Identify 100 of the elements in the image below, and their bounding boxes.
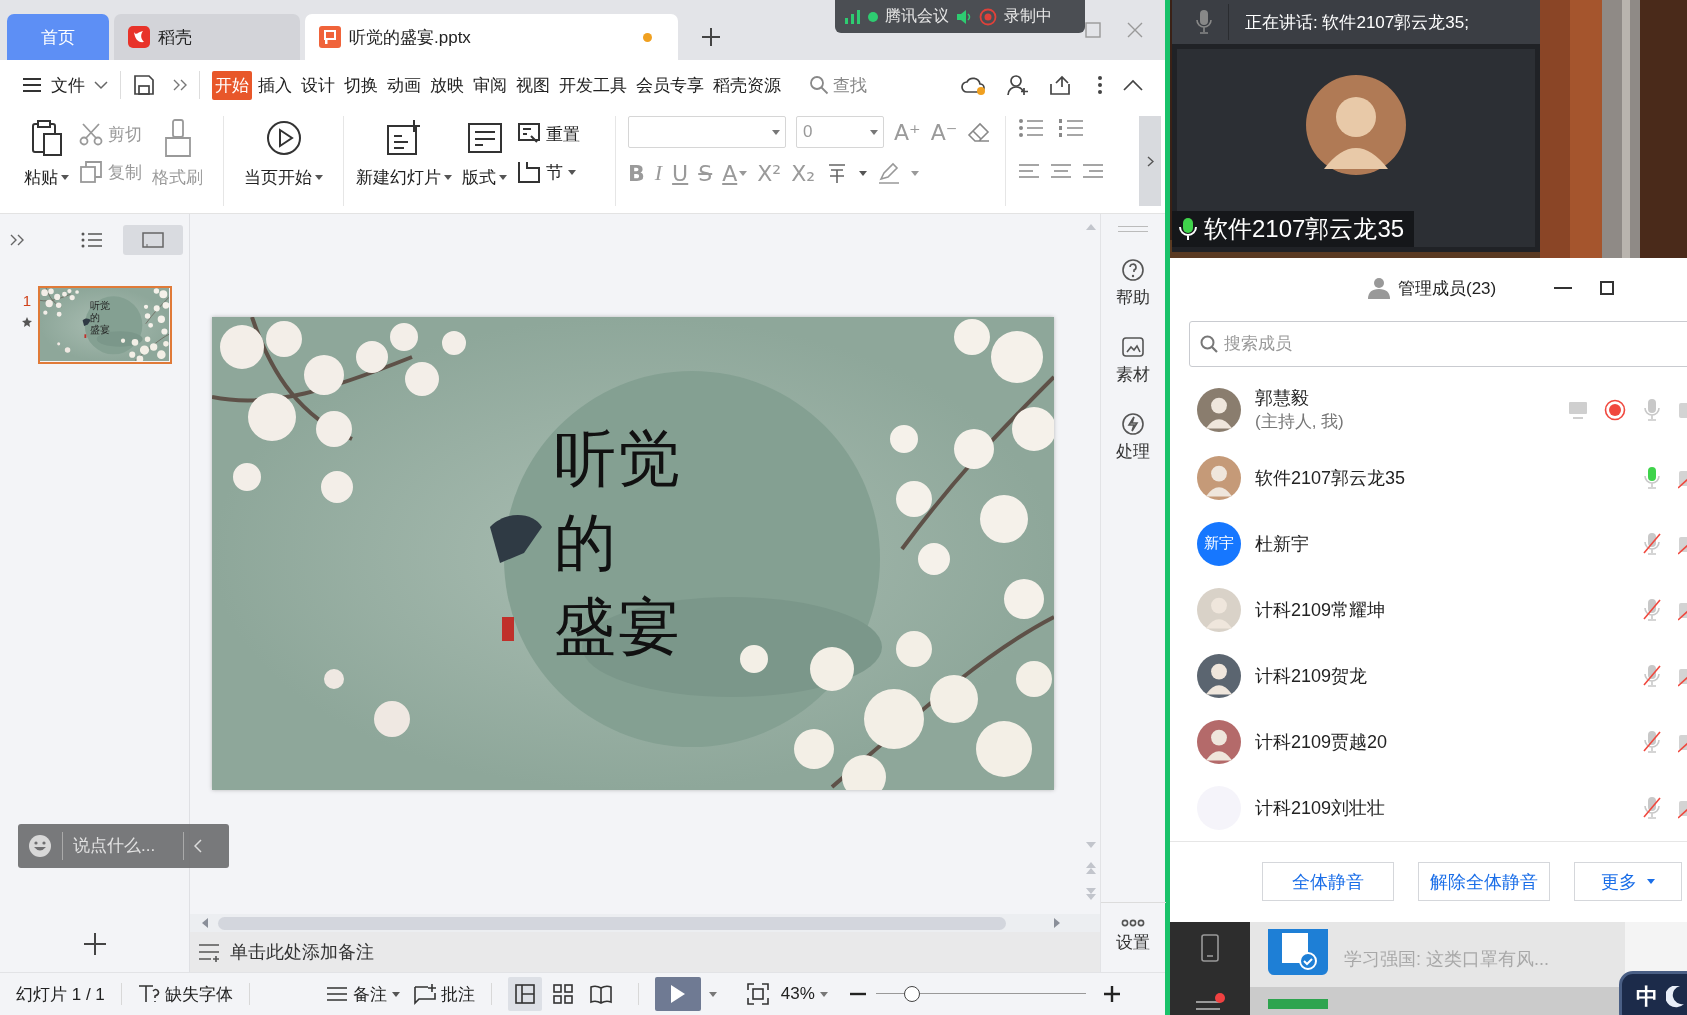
member-row[interactable]: 计科2109贺龙 bbox=[1170, 642, 1687, 709]
ribbon-tab[interactable]: 开始 bbox=[212, 70, 252, 100]
save-icon[interactable] bbox=[133, 74, 155, 96]
muted-mic-icon[interactable] bbox=[1642, 597, 1662, 622]
ribbon-tab[interactable]: 切换 bbox=[341, 70, 381, 100]
chevron-down-icon bbox=[94, 80, 108, 90]
slide-counter: 幻灯片 1 / 1 bbox=[16, 983, 105, 1006]
notes-button[interactable]: 备注 bbox=[325, 982, 400, 1006]
member-row[interactable]: 计科2109刘壮壮 bbox=[1170, 774, 1687, 841]
add-user-icon[interactable] bbox=[1007, 74, 1029, 96]
minimize-icon[interactable] bbox=[1554, 287, 1573, 290]
share-icon[interactable] bbox=[1049, 75, 1071, 95]
search-button[interactable]: 查找 bbox=[809, 73, 867, 97]
side-tool-button[interactable]: 素材 bbox=[1116, 335, 1150, 386]
process-icon bbox=[1121, 412, 1145, 436]
ribbon-tab[interactable]: 审阅 bbox=[470, 70, 510, 100]
ribbon-tab[interactable]: 设计 bbox=[298, 70, 338, 100]
muted-mic-icon[interactable] bbox=[1642, 729, 1662, 754]
phone-icon[interactable] bbox=[1201, 934, 1219, 962]
add-slide-icon[interactable] bbox=[82, 932, 107, 956]
zoom-menu[interactable]: 43% bbox=[780, 984, 828, 1004]
fit-window-icon[interactable] bbox=[746, 983, 769, 1005]
muted-mic-icon[interactable] bbox=[1642, 531, 1662, 556]
member-row[interactable]: 软件2107郭云龙35 bbox=[1170, 444, 1687, 511]
eraser-icon[interactable] bbox=[967, 121, 992, 143]
side-tool-button[interactable]: 处理 bbox=[1116, 412, 1150, 463]
ribbon-tab[interactable]: 放映 bbox=[427, 70, 467, 100]
reset-button[interactable]: 重置 bbox=[517, 122, 580, 146]
member-row[interactable]: 计科2109贾越20 bbox=[1170, 708, 1687, 775]
side-tool-button[interactable]: 帮助 bbox=[1116, 258, 1150, 309]
add-tab-icon[interactable] bbox=[701, 27, 721, 47]
slide-view-icon bbox=[142, 232, 164, 248]
scrollbar-thumb[interactable] bbox=[218, 916, 1006, 930]
member-row[interactable]: 计科2109常耀坤 bbox=[1170, 576, 1687, 643]
ribbon-tab[interactable]: 动画 bbox=[384, 70, 424, 100]
action-button[interactable]: 解除全体静音 bbox=[1418, 862, 1550, 902]
expand-panel-icon[interactable] bbox=[10, 234, 24, 246]
action-button[interactable]: 更多 bbox=[1574, 862, 1682, 902]
outline-view-icon bbox=[81, 231, 103, 249]
play-from-current-button[interactable]: 当页开始 bbox=[244, 116, 323, 189]
paste-button[interactable]: 粘贴 bbox=[24, 116, 69, 189]
more-icon[interactable] bbox=[1097, 75, 1103, 95]
tab[interactable]: 听觉的盛宴.pptx bbox=[305, 14, 678, 60]
close-icon[interactable] bbox=[1127, 22, 1143, 38]
chevron-up-icon[interactable] bbox=[1123, 79, 1143, 91]
ribbon-tab[interactable]: 稻壳资源 bbox=[710, 70, 784, 100]
file-menu[interactable]: 文件 bbox=[22, 73, 108, 97]
section-button[interactable]: 节 bbox=[517, 160, 580, 184]
comment-field[interactable]: 说点什么... bbox=[73, 836, 173, 856]
scroll-left-icon[interactable] bbox=[202, 918, 208, 928]
ribbon-tab[interactable]: 会员专享 bbox=[633, 70, 707, 100]
new-slide-button[interactable]: 新建幻灯片 bbox=[356, 116, 452, 189]
grid-view-icon bbox=[552, 984, 573, 1004]
record-icon[interactable] bbox=[1604, 398, 1626, 421]
normal-view-icon bbox=[514, 984, 535, 1004]
collapse-icon[interactable] bbox=[194, 839, 202, 853]
caret-icon bbox=[911, 170, 920, 176]
zoom-out-icon[interactable] bbox=[849, 992, 866, 996]
horizontal-scrollbar[interactable] bbox=[190, 914, 1100, 932]
muted-mic-icon[interactable] bbox=[1642, 795, 1662, 820]
caret-icon bbox=[708, 991, 717, 997]
menu-icon[interactable] bbox=[1195, 993, 1225, 1011]
muted-mic-icon[interactable] bbox=[1642, 663, 1662, 688]
scroll-right-icon[interactable] bbox=[1054, 918, 1060, 928]
slider-thumb[interactable] bbox=[903, 986, 920, 1002]
more-tools-icon[interactable] bbox=[173, 79, 187, 91]
notes-bar[interactable]: 单击此处添加备注 bbox=[190, 932, 1100, 972]
member-row[interactable]: 郭慧毅 (主持人, 我) bbox=[1170, 374, 1687, 445]
member-row[interactable]: 新宇 杜新宇 bbox=[1170, 510, 1687, 577]
microphone-icon[interactable] bbox=[1642, 465, 1662, 490]
panel-title: 管理成员(23) bbox=[1398, 277, 1497, 300]
ribbon-tab[interactable]: 开发工具 bbox=[556, 70, 630, 100]
search-field[interactable]: 搜索成员 bbox=[1189, 320, 1687, 367]
member-name: 郭慧毅 bbox=[1255, 387, 1310, 411]
zoom-in-icon[interactable] bbox=[1103, 986, 1120, 1002]
layout-button[interactable]: 版式 bbox=[462, 116, 507, 189]
missing-fonts-button[interactable]: 缺失字体 bbox=[137, 982, 233, 1006]
input-method-badge[interactable]: 中 bbox=[1619, 971, 1687, 1015]
action-button[interactable]: 全体静音 bbox=[1262, 862, 1394, 902]
speaking-indicator: 正在讲话: 软件2107郭云龙35; bbox=[1245, 11, 1469, 34]
highlighter-icon[interactable] bbox=[877, 161, 902, 185]
tab[interactable]: 稻壳 bbox=[114, 14, 300, 60]
member-name: 杜新宇 bbox=[1255, 532, 1309, 556]
signal-icon bbox=[845, 9, 861, 24]
moon-icon bbox=[1666, 986, 1684, 1008]
microphone-icon bbox=[1194, 9, 1214, 35]
view-button[interactable] bbox=[507, 977, 542, 1011]
view-toggle[interactable] bbox=[123, 225, 183, 255]
emoji-icon[interactable] bbox=[28, 834, 52, 858]
slideshow-button[interactable] bbox=[654, 977, 701, 1011]
font-name-field[interactable] bbox=[628, 116, 786, 148]
avatar bbox=[1197, 587, 1241, 632]
ribbon-tab[interactable]: 插入 bbox=[255, 70, 295, 100]
caret-icon bbox=[819, 991, 828, 997]
maximize-icon[interactable] bbox=[1600, 281, 1615, 296]
slide-thumbnail[interactable]: 听觉 的 盛宴 bbox=[38, 286, 172, 364]
ribbon-tab[interactable]: 视图 bbox=[513, 70, 553, 100]
caret-icon bbox=[315, 175, 323, 180]
thumbnail-title-line: 盛宴 bbox=[90, 324, 110, 336]
comments-button[interactable]: 批注 bbox=[413, 982, 475, 1006]
